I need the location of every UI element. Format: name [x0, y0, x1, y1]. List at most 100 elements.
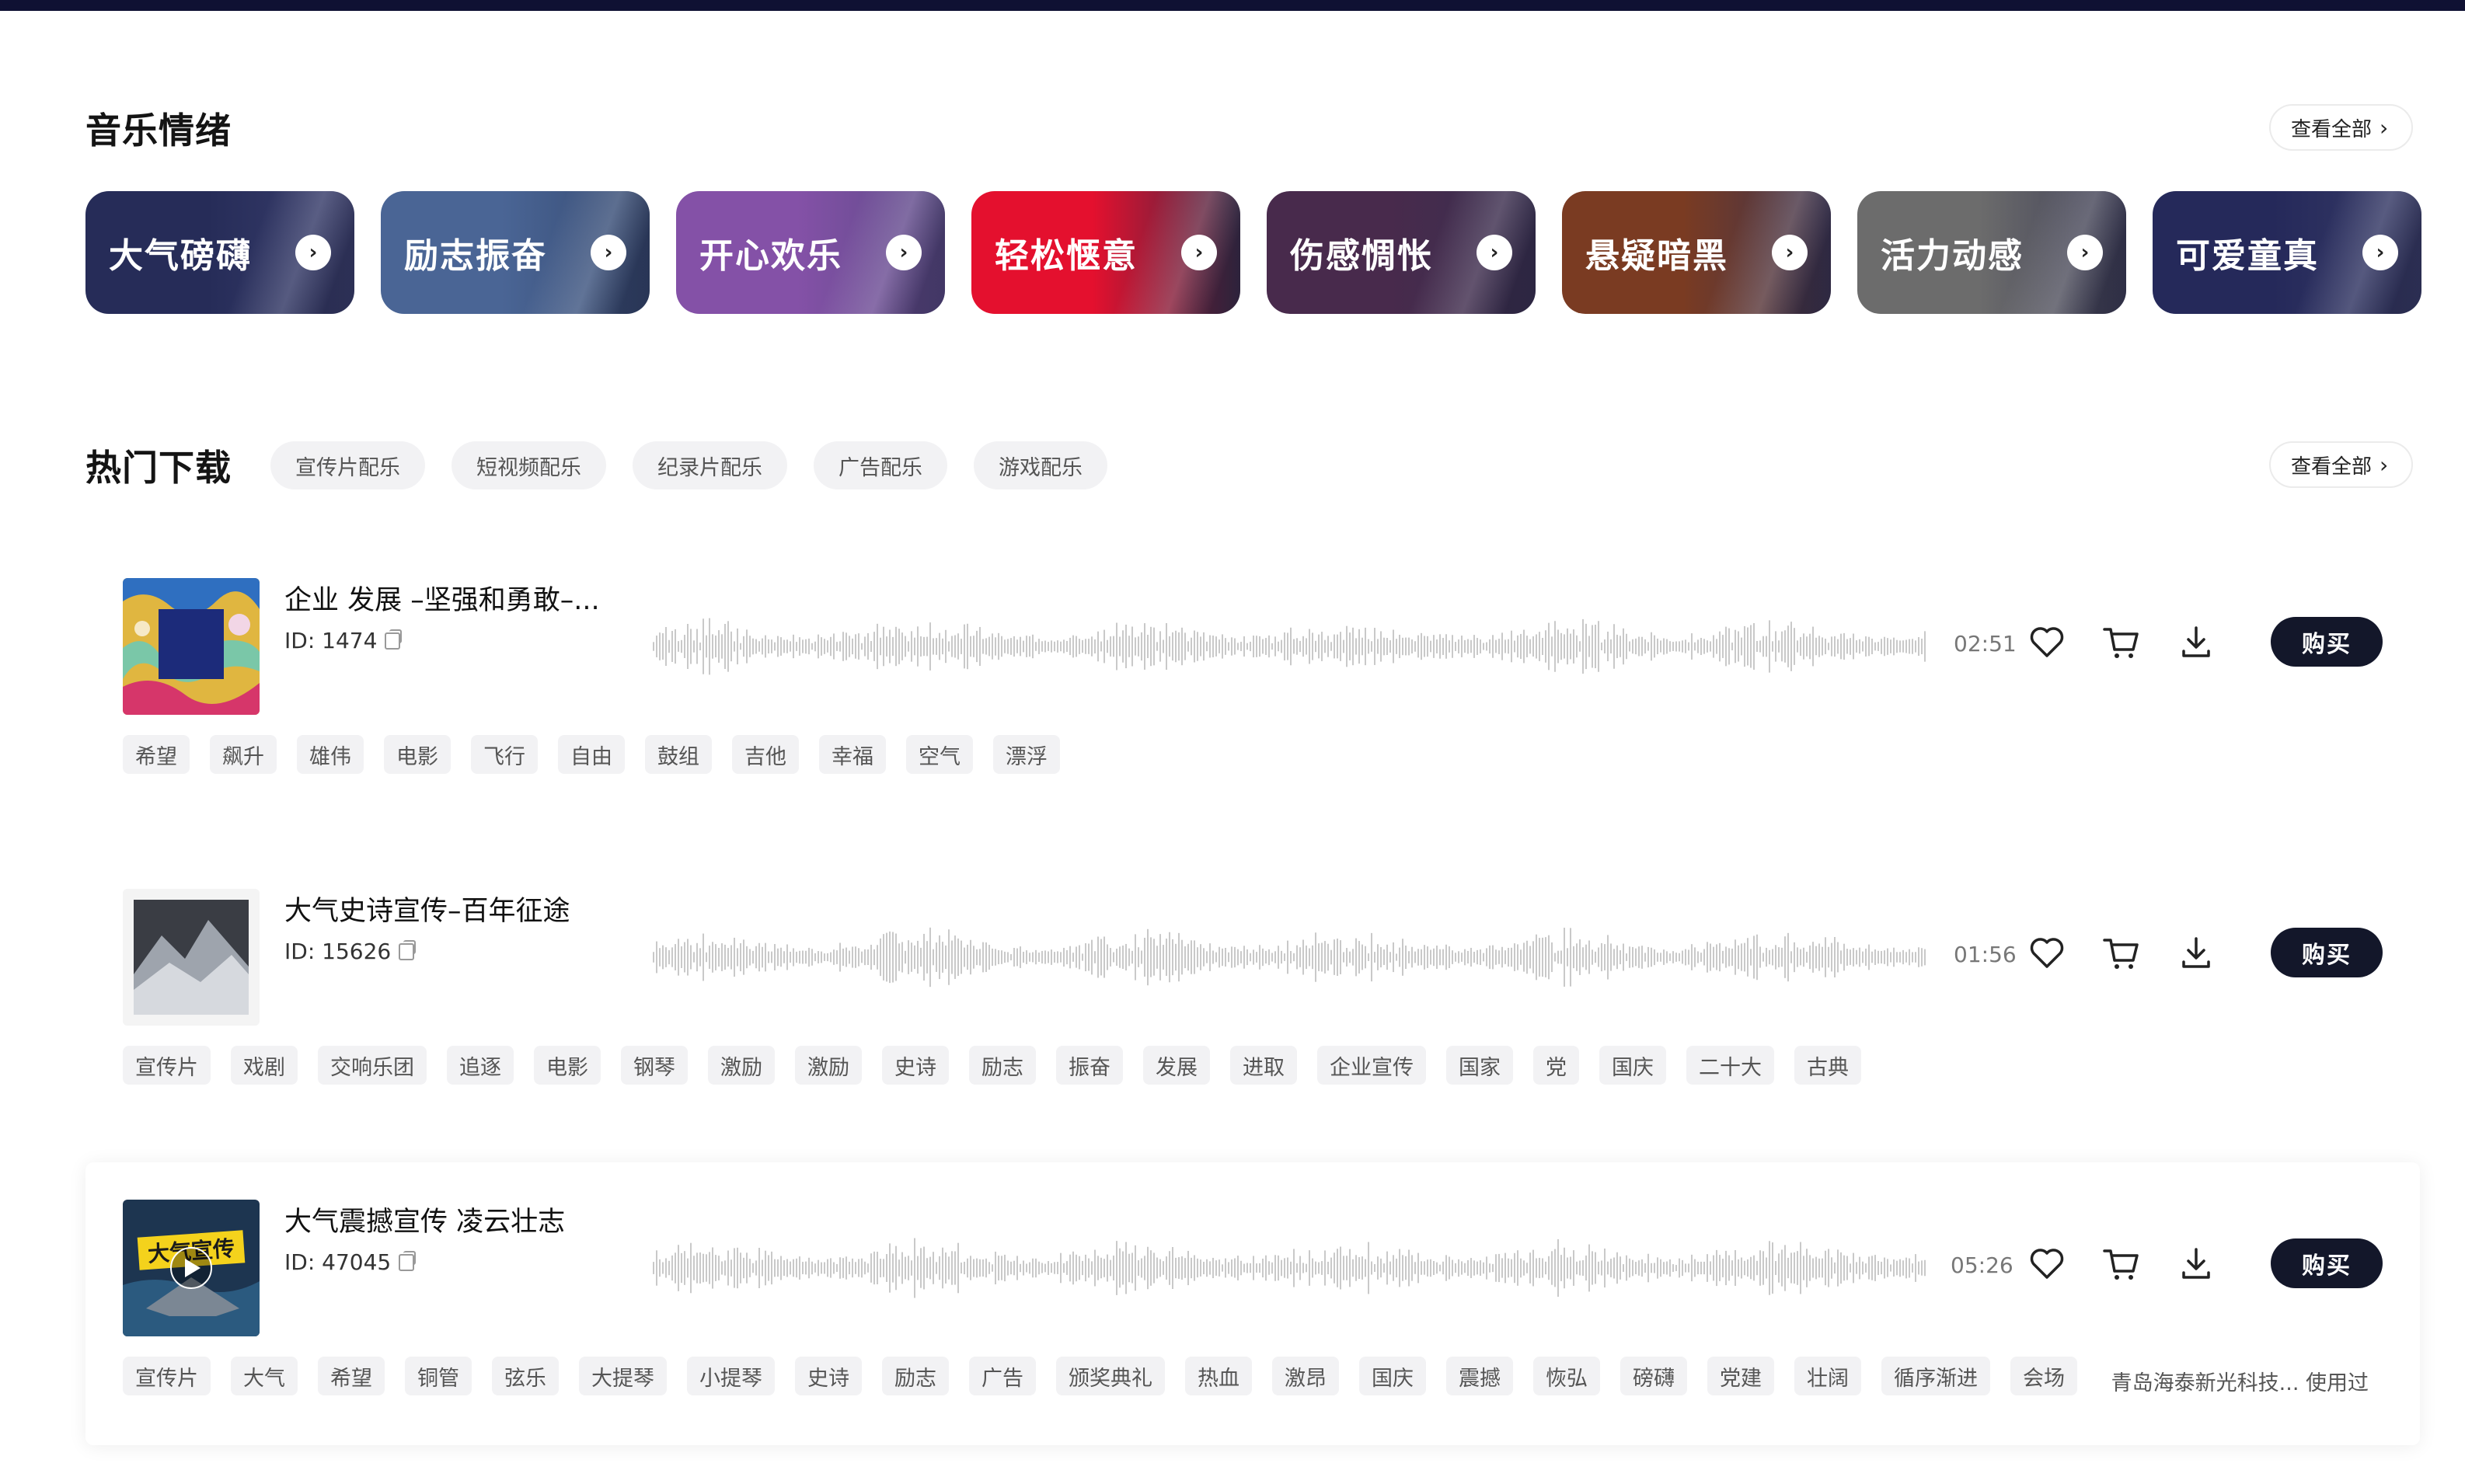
- tag[interactable]: 颁奖典礼: [1056, 1357, 1165, 1395]
- tag[interactable]: 激励: [708, 1046, 775, 1085]
- tag[interactable]: 恢弘: [1533, 1357, 1600, 1395]
- tag[interactable]: 铜管: [405, 1357, 472, 1395]
- tag[interactable]: 震撼: [1446, 1357, 1513, 1395]
- tag[interactable]: 二十大: [1686, 1046, 1774, 1085]
- copy-icon[interactable]: [399, 939, 417, 960]
- copy-icon[interactable]: [385, 629, 403, 650]
- filter-game[interactable]: 游戏配乐: [974, 441, 1107, 489]
- tag[interactable]: 壮阔: [1794, 1357, 1861, 1395]
- buy-button[interactable]: 购买: [2271, 1238, 2383, 1288]
- tag[interactable]: 激昂: [1272, 1357, 1339, 1395]
- tag[interactable]: 交响乐团: [318, 1046, 427, 1085]
- waveform-bar: [998, 949, 999, 965]
- cart-icon[interactable]: [2100, 1242, 2143, 1285]
- track-title[interactable]: 大气史诗宣传–百年征途: [284, 889, 570, 928]
- tag[interactable]: 党: [1533, 1046, 1579, 1085]
- tag[interactable]: 古典: [1794, 1046, 1861, 1085]
- tag[interactable]: 广告: [969, 1357, 1036, 1395]
- tag[interactable]: 雄伟: [297, 735, 364, 774]
- mood-card-cute[interactable]: 可爱童真 ›: [2153, 191, 2421, 314]
- tag[interactable]: 党建: [1707, 1357, 1774, 1395]
- tag[interactable]: 钢琴: [621, 1046, 688, 1085]
- mood-card-suspense[interactable]: 悬疑暗黑 ›: [1562, 191, 1831, 314]
- heart-icon[interactable]: [2025, 620, 2069, 664]
- waveform[interactable]: [653, 1235, 1930, 1301]
- tag[interactable]: 飞行: [471, 735, 538, 774]
- track-cover-image[interactable]: [123, 889, 260, 1026]
- tag[interactable]: 国家: [1446, 1046, 1513, 1085]
- download-icon[interactable]: [2174, 620, 2218, 664]
- tag[interactable]: 热血: [1185, 1357, 1252, 1395]
- copy-icon[interactable]: [399, 1250, 417, 1271]
- tag[interactable]: 幸福: [819, 735, 886, 774]
- tag[interactable]: 自由: [558, 735, 625, 774]
- filter-promo[interactable]: 宣传片配乐: [270, 441, 425, 489]
- hot-view-all-button[interactable]: 查看全部 ›: [2269, 441, 2414, 488]
- filter-short-video[interactable]: 短视频配乐: [452, 441, 606, 489]
- tag[interactable]: 吉他: [732, 735, 799, 774]
- track-title[interactable]: 企业 发展 –坚强和勇敢–...: [284, 578, 600, 618]
- tag[interactable]: 电影: [534, 1046, 601, 1085]
- tag[interactable]: 戏剧: [231, 1046, 298, 1085]
- mood-card-inspiring[interactable]: 励志振奋 ›: [381, 191, 650, 314]
- tag[interactable]: 大提琴: [579, 1357, 667, 1395]
- waveform-bar: [1327, 1261, 1329, 1275]
- waveform-bar: [957, 938, 959, 977]
- waveform-bar: [1414, 951, 1416, 963]
- tag[interactable]: 宣传片: [123, 1357, 211, 1395]
- tag[interactable]: 激励: [795, 1046, 862, 1085]
- tag[interactable]: 发展: [1143, 1046, 1210, 1085]
- tag[interactable]: 励志: [969, 1046, 1036, 1085]
- heart-icon[interactable]: [2025, 1242, 2069, 1285]
- tag[interactable]: 漂浮: [993, 735, 1060, 774]
- tag[interactable]: 国庆: [1359, 1357, 1426, 1395]
- download-icon[interactable]: [2174, 1242, 2218, 1285]
- tag[interactable]: 电影: [384, 735, 451, 774]
- tag[interactable]: 励志: [882, 1357, 949, 1395]
- download-icon[interactable]: [2174, 931, 2218, 974]
- tag[interactable]: 磅礴: [1620, 1357, 1687, 1395]
- tag[interactable]: 会场: [2010, 1357, 2077, 1395]
- mood-label: 悬疑暗黑: [1585, 236, 1728, 276]
- mood-card-relaxed[interactable]: 轻松惬意 ›: [971, 191, 1240, 314]
- buy-button[interactable]: 购买: [2271, 617, 2383, 667]
- tag[interactable]: 进取: [1230, 1046, 1297, 1085]
- track-title[interactable]: 大气震撼宣传 凌云壮志: [284, 1200, 565, 1239]
- tag[interactable]: 史诗: [795, 1357, 862, 1395]
- tag[interactable]: 希望: [123, 735, 190, 774]
- mood-card-happy[interactable]: 开心欢乐 ›: [676, 191, 945, 314]
- track-cover-image[interactable]: [123, 578, 260, 715]
- filter-documentary[interactable]: 纪录片配乐: [633, 441, 787, 489]
- tag[interactable]: 鼓组: [645, 735, 712, 774]
- tag[interactable]: 飙升: [210, 735, 277, 774]
- tag[interactable]: 追逐: [447, 1046, 514, 1085]
- tag[interactable]: 宣传片: [123, 1046, 211, 1085]
- tag[interactable]: 振奋: [1056, 1046, 1123, 1085]
- mood-card-sad[interactable]: 伤感惆怅 ›: [1267, 191, 1536, 314]
- tag[interactable]: 空气: [906, 735, 973, 774]
- mood-card-epic[interactable]: 大气磅礴 ›: [85, 191, 354, 314]
- moods-view-all-button[interactable]: 查看全部 ›: [2269, 104, 2414, 151]
- buy-button[interactable]: 购买: [2271, 928, 2383, 977]
- tag[interactable]: 史诗: [882, 1046, 949, 1085]
- waveform-bar: [1713, 1255, 1714, 1281]
- tag[interactable]: 企业宣传: [1317, 1046, 1426, 1085]
- track-cover-image[interactable]: 大气宣传: [123, 1200, 260, 1336]
- waveform-bar: [948, 1256, 950, 1280]
- tag[interactable]: 国庆: [1599, 1046, 1666, 1085]
- tag[interactable]: 循序渐进: [1881, 1357, 1990, 1395]
- waveform[interactable]: [653, 925, 1930, 990]
- waveform-bar: [895, 933, 897, 981]
- cart-icon[interactable]: [2100, 620, 2143, 664]
- heart-icon[interactable]: [2025, 931, 2069, 974]
- used-by-company[interactable]: 青岛海泰新光科技... 使用过: [2111, 1366, 2369, 1396]
- tag[interactable]: 弦乐: [492, 1357, 559, 1395]
- tag[interactable]: 小提琴: [687, 1357, 775, 1395]
- waveform[interactable]: [653, 614, 1930, 679]
- waveform-bar: [1044, 1263, 1046, 1273]
- cart-icon[interactable]: [2100, 931, 2143, 974]
- tag[interactable]: 大气: [231, 1357, 298, 1395]
- mood-card-energetic[interactable]: 活力动感 ›: [1857, 191, 2126, 314]
- tag[interactable]: 希望: [318, 1357, 385, 1395]
- filter-advertising[interactable]: 广告配乐: [814, 441, 947, 489]
